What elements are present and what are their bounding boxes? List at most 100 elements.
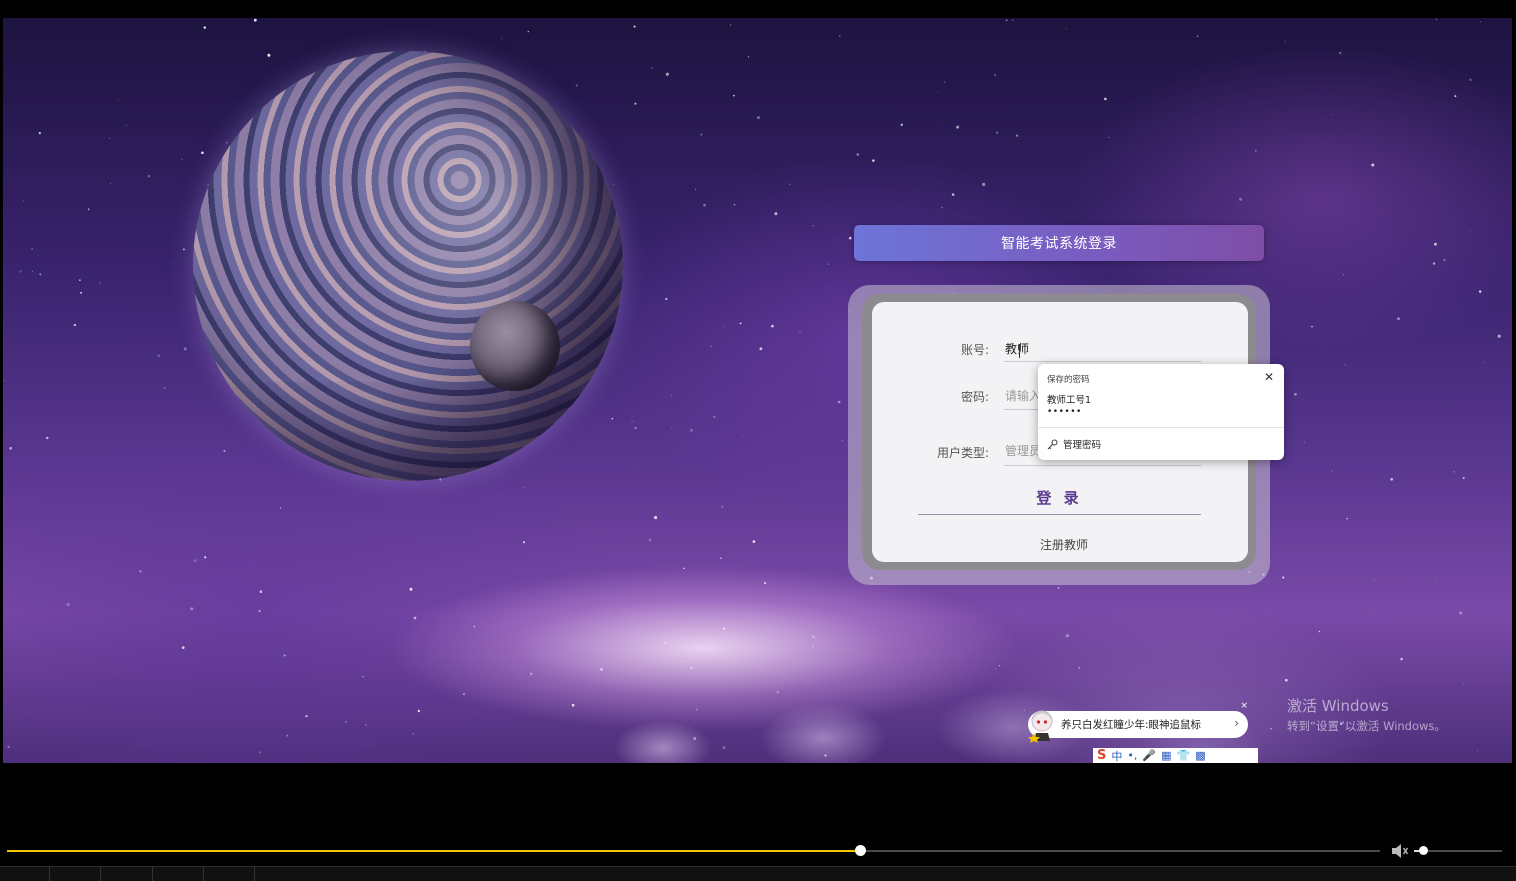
star: [80, 291, 83, 294]
star: [1374, 578, 1376, 580]
star: [259, 590, 263, 593]
star: [1479, 21, 1481, 23]
star: [439, 478, 442, 481]
star: [710, 345, 712, 348]
usertype-label: 用户类型:: [937, 446, 990, 460]
star: [665, 298, 668, 300]
manage-passwords-button[interactable]: 管理密码: [1047, 437, 1101, 451]
star: [759, 347, 763, 351]
ime-toolbar[interactable]: S 中 •, 🎤 ▦ 👕 ▩: [1093, 748, 1258, 763]
star: [412, 732, 415, 735]
star: [527, 30, 529, 33]
saved-account[interactable]: 教师工号1: [1047, 392, 1091, 406]
video-progress-bar[interactable]: [7, 845, 1380, 856]
account-input[interactable]: 教师: [1005, 340, 1029, 357]
ime-mode-toggle[interactable]: 中: [1111, 748, 1122, 763]
star: [812, 635, 815, 639]
star: [812, 225, 814, 227]
star: [501, 38, 503, 39]
star: [22, 200, 24, 202]
star: [752, 540, 756, 543]
star: [1469, 230, 1471, 232]
punctuation-icon[interactable]: •,: [1127, 749, 1137, 762]
star: [671, 427, 672, 428]
windows-activation-watermark: 激活 Windows 转到“设置”以激活 Windows。: [1287, 695, 1446, 734]
star: [724, 326, 725, 328]
sogou-logo-icon: S: [1097, 748, 1107, 763]
star: [941, 206, 944, 209]
star: [413, 616, 417, 620]
watermark-line1: 激活 Windows: [1287, 697, 1389, 715]
star: [742, 435, 744, 437]
star: [529, 672, 533, 676]
notification-toast[interactable]: 养只白发红瞳少年:眼神追鼠标 › ×: [1028, 701, 1248, 743]
star: [409, 587, 413, 591]
password-input[interactable]: 请输入: [1005, 387, 1041, 404]
star: [1104, 97, 1107, 101]
volume-slider[interactable]: [1414, 846, 1502, 855]
star: [181, 646, 185, 649]
star: [305, 715, 308, 718]
microphone-icon[interactable]: 🎤: [1142, 749, 1156, 762]
star: [703, 203, 706, 207]
strip-cell[interactable]: [50, 867, 101, 881]
star: [473, 625, 476, 628]
star: [648, 538, 652, 542]
star: [1294, 392, 1297, 396]
star: [1255, 150, 1257, 152]
star: [237, 463, 238, 465]
star: [1497, 334, 1501, 338]
star: [613, 183, 615, 186]
star: [201, 151, 204, 155]
star: [1346, 517, 1348, 520]
star: [193, 559, 197, 563]
star: [654, 516, 658, 520]
star: [730, 24, 732, 26]
star: [405, 730, 406, 731]
star: [856, 153, 860, 156]
toolbox-icon[interactable]: ▩: [1195, 749, 1205, 762]
star: [575, 84, 578, 87]
star: [1454, 95, 1457, 98]
star: [1463, 683, 1465, 685]
star: [183, 248, 185, 251]
strip-cell[interactable]: [101, 867, 153, 881]
usertype-select[interactable]: 管理员: [1005, 442, 1041, 459]
toast-close-icon[interactable]: ×: [1240, 701, 1248, 711]
register-teacher-link[interactable]: 注册教师: [1014, 536, 1114, 553]
close-icon[interactable]: ✕: [1264, 370, 1274, 384]
volume-icon[interactable]: [1391, 843, 1409, 859]
star: [994, 74, 997, 77]
star: [223, 450, 226, 452]
star: [839, 35, 841, 37]
keyboard-icon[interactable]: ▦: [1161, 749, 1171, 762]
star: [257, 45, 258, 47]
video-frame: [3, 18, 1512, 763]
star: [1435, 18, 1438, 21]
star: [1284, 40, 1286, 42]
star: [789, 184, 791, 185]
chevron-right-icon[interactable]: ›: [1234, 716, 1239, 730]
star: [900, 123, 903, 126]
star: [764, 582, 767, 585]
saved-password-mask[interactable]: ••••••: [1047, 407, 1082, 417]
star: [1342, 273, 1345, 276]
star: [73, 323, 77, 327]
skin-icon[interactable]: 👕: [1176, 749, 1190, 762]
strip-cell[interactable]: [153, 867, 204, 881]
volume-handle[interactable]: [1418, 846, 1428, 855]
strip-cell[interactable]: [204, 867, 255, 881]
star: [982, 182, 986, 186]
star: [226, 142, 228, 144]
star: [837, 400, 841, 404]
star: [747, 56, 750, 58]
star: [671, 394, 673, 396]
star: [1318, 630, 1321, 633]
manage-passwords-label: 管理密码: [1063, 440, 1102, 451]
strip-cell[interactable]: [0, 867, 50, 881]
star: [108, 137, 110, 139]
login-button[interactable]: 登 录: [918, 480, 1201, 514]
progress-handle[interactable]: [854, 845, 866, 856]
star: [365, 724, 367, 726]
star: [695, 188, 697, 190]
